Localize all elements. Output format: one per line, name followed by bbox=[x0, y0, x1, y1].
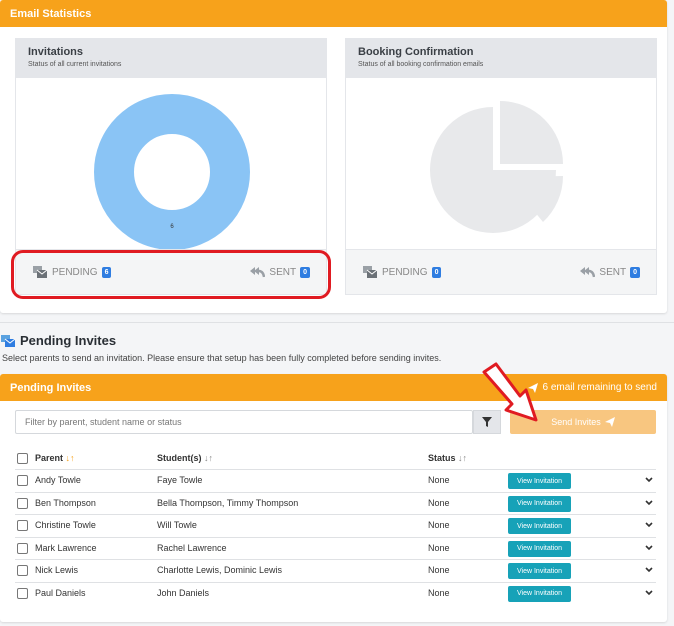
booking-title: Booking Confirmation bbox=[358, 46, 474, 58]
booking-pie-chart bbox=[430, 101, 563, 233]
status-cell: None bbox=[428, 542, 450, 553]
column-header-status[interactable]: Status ↓↑ bbox=[428, 453, 467, 463]
invitations-subtitle: Status of all current invitations bbox=[28, 61, 122, 68]
parent-cell: Nick Lewis bbox=[35, 565, 79, 575]
booking-pending-badge: 0 bbox=[431, 266, 442, 278]
pending-invites-header: Pending Invites 6 email remaining to sen… bbox=[0, 374, 667, 401]
table-header: Parent ↓↑ Student(s) ↓↑ Status ↓↑ bbox=[15, 452, 656, 467]
reply-all-icon bbox=[580, 267, 596, 278]
column-students-label: Student(s) bbox=[157, 453, 202, 463]
row-checkbox[interactable] bbox=[17, 497, 28, 509]
sort-icon: ↓↑ bbox=[65, 453, 75, 463]
booking-sent-badge: 0 bbox=[630, 266, 640, 278]
table-row[interactable]: Nick Lewis Charlotte Lewis, Dominic Lewis… bbox=[15, 559, 656, 581]
view-invitation-button[interactable]: View Invitation bbox=[508, 495, 571, 512]
row-checkbox[interactable] bbox=[17, 587, 28, 599]
table-row[interactable]: Mark Lawrence Rachel Lawrence None View Inv… bbox=[15, 536, 656, 559]
email-statistics-title: Email Statistics bbox=[10, 7, 92, 20]
column-status-label: Status bbox=[428, 453, 456, 463]
invitations-panel-header: Invitations Status of all current invita… bbox=[16, 39, 326, 78]
booking-pending-stat[interactable]: PENDING 0 bbox=[362, 265, 442, 279]
email-statistics-header: Email Statistics bbox=[0, 0, 667, 27]
parent-cell: Paul Daniels bbox=[35, 587, 86, 598]
view-invitation-button[interactable]: View Invitation bbox=[508, 473, 571, 489]
table-row[interactable]: Paul Daniels John Daniels None View Invitat… bbox=[15, 581, 656, 604]
donut-ring bbox=[94, 94, 250, 249]
students-cell: Bella Thompson, Timmy Thompson bbox=[157, 497, 299, 508]
filter-input[interactable]: Filter by parent, student name or status bbox=[15, 410, 473, 434]
table-row[interactable]: Ben Thompson Bella Thompson, Timmy Thomps… bbox=[15, 491, 656, 514]
table-row[interactable]: Christine Towle Will Towle None View Invita… bbox=[15, 514, 656, 536]
chevron-down-icon[interactable] bbox=[645, 543, 653, 553]
column-header-parent[interactable]: Parent ↓↑ bbox=[35, 453, 75, 463]
chevron-down-icon[interactable] bbox=[645, 475, 653, 485]
chevron-down-icon[interactable] bbox=[645, 520, 653, 530]
row-checkbox[interactable] bbox=[17, 520, 28, 531]
booking-footer: PENDING 0 SENT 0 bbox=[346, 249, 656, 294]
parent-cell: Andy Towle bbox=[35, 475, 81, 485]
red-arrow-annotation bbox=[482, 362, 538, 422]
table-row[interactable]: Andy Towle Faye Towle None View Invitation bbox=[15, 469, 656, 491]
booking-panel-header: Booking Confirmation Status of all booki… bbox=[346, 39, 656, 78]
section-divider bbox=[0, 322, 674, 323]
booking-sent-label: SENT bbox=[599, 266, 627, 278]
status-cell: None bbox=[428, 587, 450, 598]
booking-subtitle: Status of all booking confirmation email… bbox=[358, 61, 484, 68]
parent-cell: Ben Thompson bbox=[35, 497, 96, 508]
remaining-emails-text: 6 email remaining to send bbox=[542, 382, 657, 393]
status-cell: None bbox=[428, 565, 450, 575]
students-cell: Rachel Lawrence bbox=[157, 542, 227, 553]
invitations-donut-chart: 6 bbox=[94, 94, 250, 249]
view-invitation-button[interactable]: View Invitation bbox=[508, 518, 571, 534]
parent-cell: Christine Towle bbox=[35, 520, 96, 530]
email-statistics-card: Email Statistics Invitations Status of a… bbox=[0, 0, 667, 313]
column-parent-label: Parent bbox=[35, 453, 64, 463]
students-cell: Charlotte Lewis, Dominic Lewis bbox=[157, 565, 283, 575]
view-invitation-button[interactable]: View Invitation bbox=[508, 585, 571, 602]
column-header-students[interactable]: Student(s) ↓↑ bbox=[157, 453, 213, 463]
pending-invites-section-header: Pending Invites bbox=[0, 333, 116, 348]
status-cell: None bbox=[428, 520, 450, 530]
invitations-title: Invitations bbox=[28, 46, 84, 58]
booking-sent-stat[interactable]: SENT 0 bbox=[579, 266, 640, 278]
sort-icon: ↓↑ bbox=[204, 453, 214, 463]
chevron-down-icon[interactable] bbox=[645, 498, 653, 508]
booking-pending-label: PENDING bbox=[382, 266, 428, 278]
booking-confirmation-panel: Booking Confirmation Status of all booki… bbox=[345, 38, 657, 295]
chevron-down-icon[interactable] bbox=[645, 588, 653, 598]
pending-invites-card-title: Pending Invites bbox=[10, 381, 92, 394]
status-cell: None bbox=[428, 497, 450, 508]
pending-invites-section-title: Pending Invites bbox=[20, 333, 117, 348]
select-all-checkbox[interactable] bbox=[17, 453, 28, 464]
students-cell: Faye Towle bbox=[157, 475, 203, 485]
row-checkbox[interactable] bbox=[17, 542, 28, 554]
chevron-down-icon[interactable] bbox=[645, 565, 653, 575]
red-highlight-annotation bbox=[11, 250, 331, 299]
row-checkbox[interactable] bbox=[17, 565, 28, 576]
send-invites-label: Send Invites bbox=[551, 417, 601, 427]
view-invitation-button[interactable]: View Invitation bbox=[508, 563, 571, 579]
students-cell: Will Towle bbox=[157, 520, 197, 530]
parent-cell: Mark Lawrence bbox=[35, 542, 97, 553]
sort-icon: ↓↑ bbox=[458, 453, 468, 463]
pending-invites-description: Select parents to send an invitation. Pl… bbox=[2, 353, 442, 363]
pending-mail-icon bbox=[363, 266, 378, 278]
view-invitation-button[interactable]: View Invitation bbox=[508, 540, 571, 557]
pending-mail-icon bbox=[1, 334, 16, 347]
row-checkbox[interactable] bbox=[17, 475, 28, 486]
paper-plane-icon bbox=[604, 417, 615, 427]
pie-slice-top bbox=[500, 101, 563, 164]
students-cell: John Daniels bbox=[157, 587, 210, 598]
status-cell: None bbox=[428, 475, 450, 485]
